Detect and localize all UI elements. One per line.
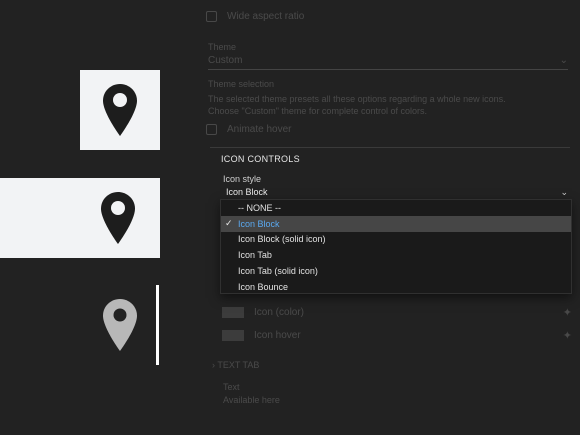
icon-style-preview [0,0,190,435]
preview-icon-bounce [95,290,145,360]
wide-aspect-ratio-label: Wide aspect ratio [227,11,305,22]
icon-style-label: Icon style [223,174,262,184]
chevron-down-icon: ⌄ [559,55,568,66]
text-tab-header[interactable]: › TEXT TAB [212,360,259,370]
icon-color-swatch[interactable] [222,307,244,318]
dropdown-option-none[interactable]: -- NONE -- [221,200,571,216]
settings-panel: Wide aspect ratio Theme Custom ⌄ Theme s… [190,0,580,435]
icon-style-select-value: Icon Block [226,187,268,197]
text-value: Available here [223,395,280,405]
icon-style-dropdown: -- NONE -- ✓ Icon Block Icon Block (soli… [220,199,572,294]
dropdown-option-icon-block-solid[interactable]: Icon Block (solid icon) [221,232,571,248]
section-divider [210,147,570,148]
location-pin-icon [101,192,135,244]
icon-color-row[interactable]: Icon (color) ✦ [222,306,572,319]
icon-hover-swatch[interactable] [222,330,244,341]
icon-hover-label: Icon hover [254,330,301,341]
theme-note: The selected theme presets all these opt… [208,94,506,116]
icon-color-label: Icon (color) [254,307,305,318]
chevron-right-icon: › [212,360,215,370]
chevron-down-icon: ⌄ [560,186,568,197]
preview-icon-block [80,70,160,150]
animate-hover-label: Animate hover [227,124,292,135]
pin-icon[interactable]: ✦ [563,306,572,319]
animate-hover-checkbox[interactable] [206,124,217,135]
location-pin-icon [103,84,137,136]
icon-controls-title: ICON CONTROLS [221,154,300,164]
dropdown-option-icon-bounce[interactable]: Icon Bounce [221,279,571,295]
wide-aspect-ratio-row[interactable]: Wide aspect ratio [206,11,304,22]
theme-select-value: Custom [208,55,243,66]
wide-aspect-ratio-checkbox[interactable] [206,11,217,22]
icon-style-select[interactable]: Icon Block ⌄ [221,185,572,200]
checkmark-icon: ✓ [225,218,233,229]
theme-label: Theme [208,42,237,52]
icon-hover-row[interactable]: Icon hover ✦ [222,329,572,342]
dropdown-option-icon-block[interactable]: ✓ Icon Block [221,215,571,232]
animate-hover-row[interactable]: Animate hover [206,124,291,135]
text-tab-title: TEXT TAB [217,360,260,370]
preview-icon-tab [0,178,160,258]
dropdown-option-icon-tab-solid[interactable]: Icon Tab (solid icon) [221,263,571,279]
pin-icon[interactable]: ✦ [563,329,572,342]
theme-select[interactable]: Custom ⌄ [208,52,568,70]
preview-bounce-bar [156,285,159,365]
dropdown-option-icon-tab[interactable]: Icon Tab [221,247,571,263]
text-label: Text [223,382,240,392]
theme-selection-label: Theme selection [208,79,275,89]
location-pin-icon [103,299,137,351]
